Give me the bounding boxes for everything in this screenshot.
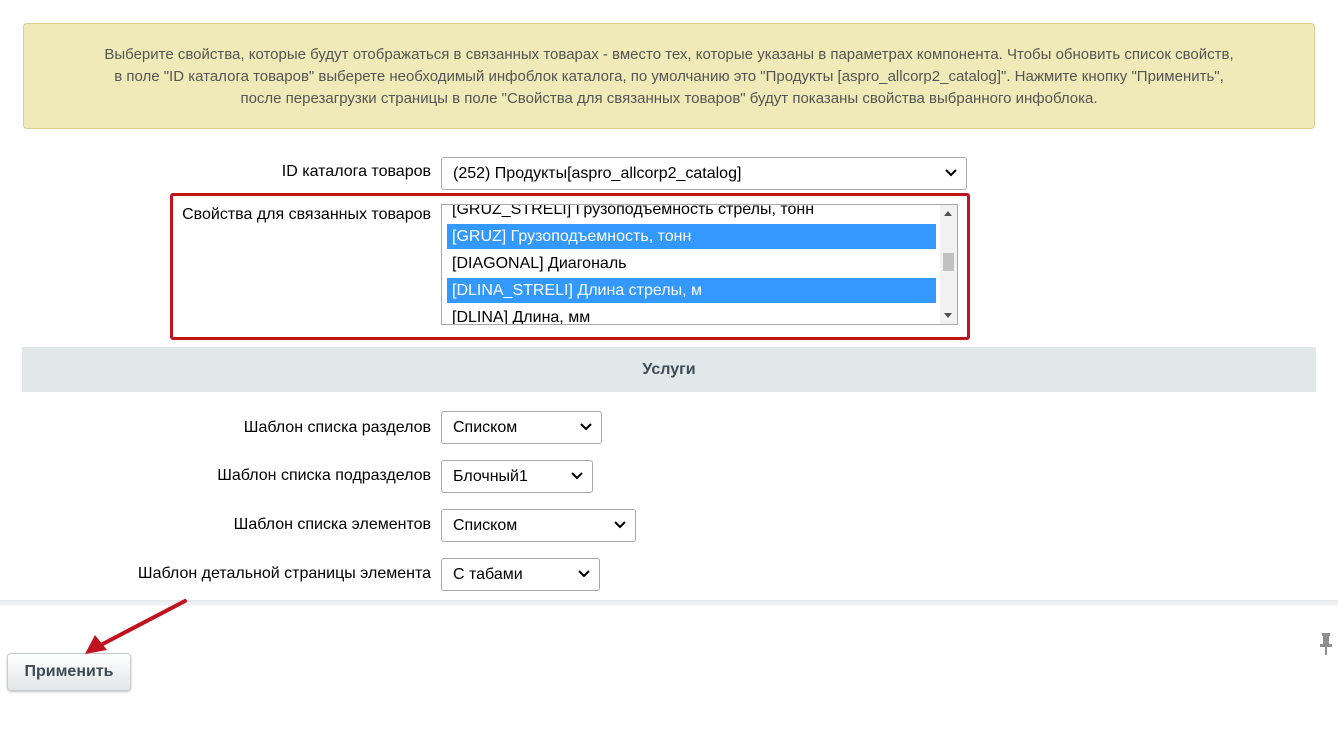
notice-line: Выберите свойства, которые будут отображ… bbox=[104, 46, 1234, 63]
select-value: С табами bbox=[453, 566, 523, 583]
notice-line: после перезагрузки страницы в поле "Свой… bbox=[240, 90, 1098, 107]
scroll-down-icon[interactable] bbox=[944, 313, 952, 318]
section-header-services: Услуги bbox=[22, 347, 1316, 392]
chevron-down-icon bbox=[945, 169, 957, 177]
annotation-arrow-icon bbox=[85, 599, 187, 654]
info-notice: Выберите свойства, которые будут отображ… bbox=[23, 23, 1315, 129]
field-label: Шаблон списка разделов bbox=[243, 419, 431, 436]
notice-line: в поле "ID каталога товаров" выберете не… bbox=[114, 68, 1224, 85]
listbox-scrollbar[interactable] bbox=[940, 205, 957, 324]
scroll-thumb[interactable] bbox=[943, 253, 954, 271]
subsections-template-select[interactable]: Блочный1 bbox=[441, 460, 593, 493]
scroll-up-icon[interactable] bbox=[944, 211, 952, 216]
field-label: Шаблон списка элементов bbox=[233, 516, 431, 533]
property-option[interactable]: [DLINA] Длина, мм bbox=[447, 305, 936, 324]
properties-multiselect[interactable]: [GRUZ_STRELI] Грузоподъемность стрелы, т… bbox=[441, 204, 958, 325]
chevron-down-icon bbox=[578, 570, 590, 578]
property-option[interactable]: [DIAGONAL] Диагональ bbox=[447, 251, 936, 276]
catalog-id-value: (252) Продукты[aspro_allcorp2_catalog] bbox=[453, 165, 742, 182]
select-value: Списком bbox=[453, 419, 518, 436]
settings-form: Выберите свойства, которые будут отображ… bbox=[0, 0, 1338, 604]
detail-template-select[interactable]: С табами bbox=[441, 558, 600, 591]
properties-label: Свойства для связанных товаров bbox=[182, 206, 431, 223]
property-option-selected[interactable]: [DLINA_STRELI] Длина стрелы, м bbox=[447, 278, 936, 303]
select-value: Списком bbox=[453, 517, 518, 534]
chevron-down-icon bbox=[614, 521, 626, 529]
chevron-down-icon bbox=[580, 423, 592, 431]
property-option-selected[interactable]: [GRUZ] Грузоподъемность, тонн bbox=[447, 224, 936, 249]
pin-icon[interactable] bbox=[1319, 632, 1333, 656]
catalog-id-label: ID каталога товаров bbox=[281, 163, 431, 180]
field-label: Шаблон детальной страницы элемента bbox=[137, 565, 431, 582]
catalog-id-select[interactable]: (252) Продукты[aspro_allcorp2_catalog] bbox=[441, 157, 967, 190]
chevron-down-icon bbox=[571, 472, 583, 480]
select-value: Блочный1 bbox=[453, 468, 528, 485]
property-option[interactable]: [GRUZ_STRELI] Грузоподъемность стрелы, т… bbox=[447, 205, 936, 222]
footer-panel bbox=[0, 606, 1338, 733]
sections-template-select[interactable]: Списком bbox=[441, 411, 602, 444]
field-label: Шаблон списка подразделов bbox=[217, 467, 431, 484]
elements-template-select[interactable]: Списком bbox=[441, 509, 636, 542]
